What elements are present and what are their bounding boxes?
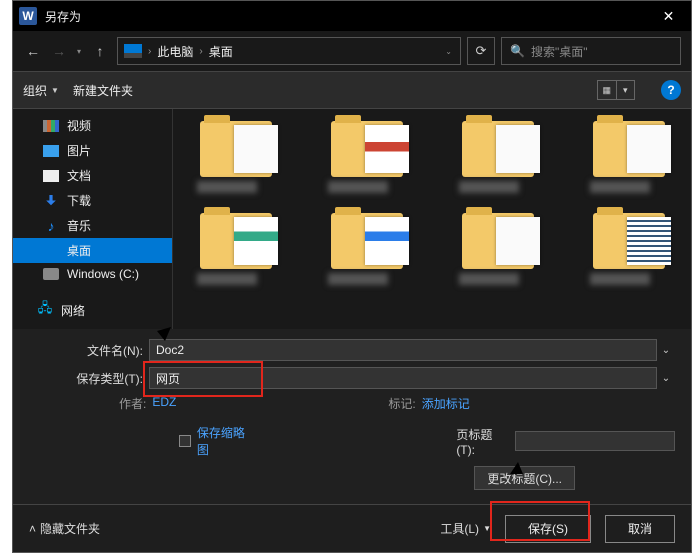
annotation-arrow bbox=[13, 1, 692, 554]
save-as-dialog: W 另存为 ✕ ← → ▾ ↑ › 此电脑 › 桌面 ⌄ ⟳ 🔍 搜索"桌面" … bbox=[12, 0, 692, 553]
